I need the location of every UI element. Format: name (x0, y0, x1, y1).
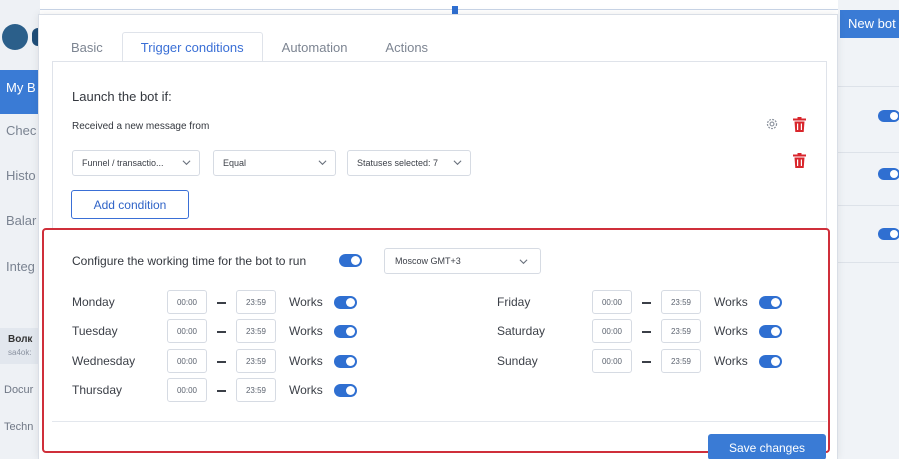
range-dash (642, 361, 651, 363)
tab-automation[interactable]: Automation (263, 32, 367, 62)
top-marker (452, 6, 458, 14)
tab-actions[interactable]: Actions (366, 32, 447, 62)
end-time-input[interactable]: 23:59 (236, 349, 276, 373)
works-label: Works (289, 295, 323, 309)
day-label-tuesday: Tuesday (72, 324, 118, 338)
day-label-friday: Friday (497, 295, 531, 309)
delete-icon[interactable] (793, 117, 806, 132)
works-label: Works (714, 295, 748, 309)
tab-basic[interactable]: Basic (52, 32, 122, 62)
sidebar-item-history[interactable]: Histo (6, 168, 36, 183)
sidebar-item-balance[interactable]: Balar (6, 213, 36, 228)
works-toggle-friday[interactable] (759, 296, 782, 309)
section-divider (52, 421, 827, 422)
sidebar-item-integrations[interactable]: Integ (6, 259, 35, 274)
day-label-monday: Monday (72, 295, 115, 309)
works-label: Works (289, 324, 323, 338)
start-time-input[interactable]: 00:00 (592, 319, 632, 343)
day-label-thursday: Thursday (72, 383, 123, 397)
new-bot-button[interactable]: New bot (840, 10, 899, 38)
range-dash (217, 390, 226, 392)
end-time-input[interactable]: 23:59 (661, 319, 701, 343)
end-time-input[interactable]: 23:59 (236, 378, 276, 402)
sidebar-item-docs[interactable]: Docur (4, 384, 33, 396)
day-label-wednesday: Wednesday (72, 354, 136, 368)
day-label-sunday: Sunday (497, 354, 538, 368)
sidebar-item-check[interactable]: Chec (6, 123, 36, 138)
row-divider (838, 205, 899, 206)
row-divider (838, 86, 899, 87)
end-time-input[interactable]: 23:59 (661, 290, 701, 314)
start-time-input[interactable]: 00:00 (167, 378, 207, 402)
launch-condition-title: Launch the bot if: (72, 89, 172, 104)
start-time-input[interactable]: 00:00 (167, 290, 207, 314)
bot-toggle[interactable] (878, 228, 899, 240)
condition-field-value: Funnel / transactio... (82, 158, 164, 168)
tab-bar: Basic Trigger conditions Automation Acti… (52, 32, 447, 62)
chevron-down-icon (318, 160, 327, 166)
chevron-down-icon (453, 160, 462, 166)
sidebar-item-tech[interactable]: Techn (4, 421, 33, 433)
condition-field-select[interactable]: Funnel / transactio... (72, 150, 200, 176)
working-time-toggle[interactable] (339, 254, 362, 267)
working-time-title: Configure the working time for the bot t… (72, 254, 307, 268)
start-time-input[interactable]: 00:00 (167, 349, 207, 373)
row-divider (838, 262, 899, 263)
timezone-value: Moscow GMT+3 (395, 256, 461, 266)
works-toggle-monday[interactable] (334, 296, 357, 309)
app-logo (2, 24, 44, 50)
works-toggle-saturday[interactable] (759, 325, 782, 338)
start-time-input[interactable]: 00:00 (167, 319, 207, 343)
condition-operator-select[interactable]: Equal (213, 150, 336, 176)
works-toggle-sunday[interactable] (759, 355, 782, 368)
timezone-select[interactable]: Moscow GMT+3 (384, 248, 541, 274)
condition-value: Statuses selected: 7 (357, 158, 439, 168)
user-name: Волк (8, 334, 33, 345)
bot-toggle[interactable] (878, 168, 899, 180)
end-time-input[interactable]: 23:59 (236, 319, 276, 343)
works-toggle-thursday[interactable] (334, 384, 357, 397)
range-dash (642, 331, 651, 333)
start-time-input[interactable]: 00:00 (592, 349, 632, 373)
add-condition-button[interactable]: Add condition (71, 190, 189, 219)
works-label: Works (714, 354, 748, 368)
end-time-input[interactable]: 23:59 (661, 349, 701, 373)
top-border-line (40, 9, 840, 10)
delete-icon[interactable] (793, 153, 806, 168)
start-time-input[interactable]: 00:00 (592, 290, 632, 314)
chevron-down-icon (519, 259, 528, 265)
range-dash (217, 302, 226, 304)
day-label-saturday: Saturday (497, 324, 546, 338)
range-dash (217, 361, 226, 363)
received-message-label: Received a new message from (72, 121, 210, 132)
condition-operator-value: Equal (223, 158, 247, 168)
save-changes-button[interactable]: Save changes (708, 434, 826, 459)
works-label: Works (289, 354, 323, 368)
row-divider (838, 152, 899, 153)
tab-trigger-conditions[interactable]: Trigger conditions (121, 32, 263, 62)
gear-icon[interactable] (765, 117, 779, 131)
bot-toggle[interactable] (878, 110, 899, 122)
user-id: sa4ok: (8, 348, 32, 357)
condition-value-select[interactable]: Statuses selected: 7 (347, 150, 471, 176)
works-toggle-tuesday[interactable] (334, 325, 357, 338)
end-time-input[interactable]: 23:59 (236, 290, 276, 314)
range-dash (217, 331, 226, 333)
range-dash (642, 302, 651, 304)
works-label: Works (289, 383, 323, 397)
chevron-down-icon (182, 160, 191, 166)
works-toggle-wednesday[interactable] (334, 355, 357, 368)
sidebar-item-my-bots[interactable]: My B (0, 70, 40, 114)
works-label: Works (714, 324, 748, 338)
